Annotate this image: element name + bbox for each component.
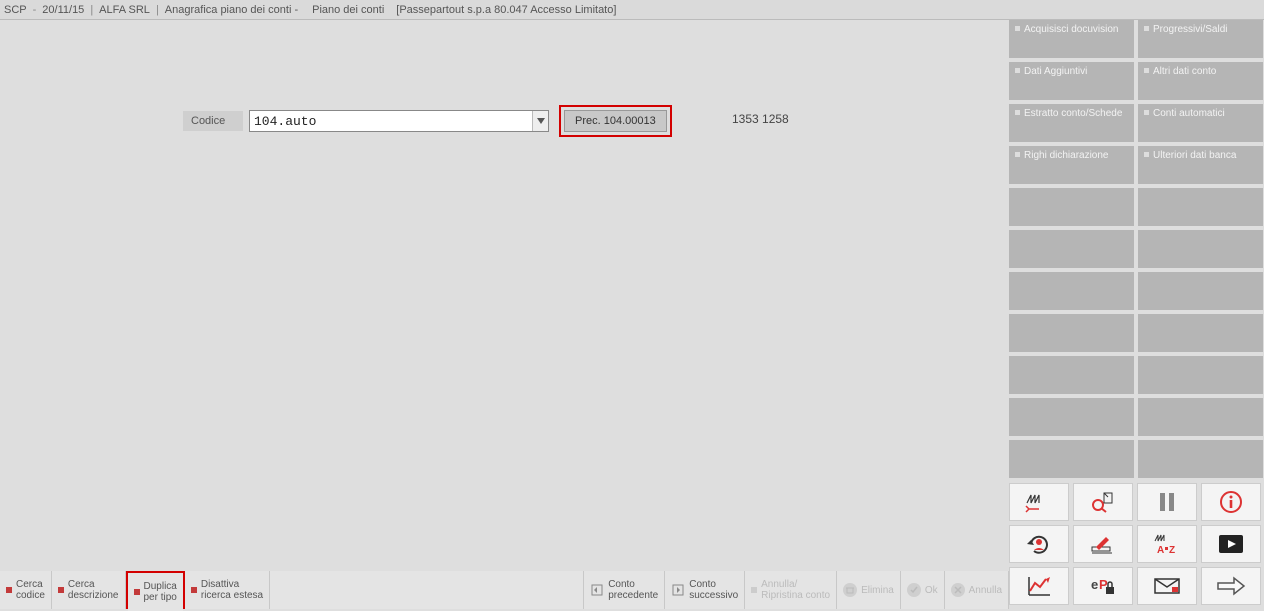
trash-icon bbox=[843, 583, 857, 597]
x-icon bbox=[951, 583, 965, 597]
separator: - bbox=[33, 4, 37, 16]
side-btn-empty bbox=[1009, 230, 1134, 268]
refresh-user-icon[interactable] bbox=[1009, 525, 1069, 563]
factory-back-icon[interactable] bbox=[1009, 483, 1069, 521]
title-bar: SCP - 20/11/15 | ALFA SRL | Anagrafica p… bbox=[0, 0, 1264, 20]
conto-precedente-button[interactable]: Conto precedente bbox=[584, 571, 665, 609]
title-date: 20/11/15 bbox=[42, 4, 84, 16]
pause-icon[interactable] bbox=[1137, 483, 1197, 521]
codice-combobox[interactable] bbox=[249, 110, 549, 132]
side-btn-empty bbox=[1138, 356, 1263, 394]
disattiva-ricerca-button[interactable]: Disattiva ricerca estesa bbox=[185, 571, 270, 609]
title-app: SCP bbox=[4, 4, 27, 16]
side-btn-progressivi-saldi[interactable]: Progressivi/Saldi bbox=[1138, 20, 1263, 58]
side-btn-empty bbox=[1009, 272, 1134, 310]
svg-text:A: A bbox=[1157, 545, 1164, 555]
side-btn-ulteriori-dati-banca[interactable]: Ulteriori dati banca bbox=[1138, 146, 1263, 184]
separator: | bbox=[90, 4, 93, 16]
side-btn-conti-automatici[interactable]: Conti automatici bbox=[1138, 104, 1263, 142]
cerca-descrizione-button[interactable]: Cerca descrizione bbox=[52, 571, 126, 609]
svg-text:Z: Z bbox=[1169, 545, 1175, 555]
title-page: Piano dei conti bbox=[312, 4, 384, 16]
mail-icon[interactable] bbox=[1137, 567, 1197, 605]
side-btn-empty bbox=[1138, 398, 1263, 436]
conto-successivo-button[interactable]: Conto successivo bbox=[665, 571, 745, 609]
right-panel: Acquisisci docuvisionProgressivi/Saldi D… bbox=[1009, 20, 1264, 609]
title-section: Anagrafica piano dei conti - bbox=[165, 4, 298, 16]
check-icon bbox=[907, 583, 921, 597]
duplica-per-tipo-button[interactable]: Duplica per tipo bbox=[128, 573, 183, 611]
side-btn-empty bbox=[1138, 314, 1263, 352]
side-btn-altri-dati-conto[interactable]: Altri dati conto bbox=[1138, 62, 1263, 100]
arrow-right-icon[interactable] bbox=[1201, 567, 1261, 605]
factory-az-icon[interactable]: AZ bbox=[1137, 525, 1197, 563]
cerca-codice-button[interactable]: Cerca codice bbox=[0, 571, 52, 609]
side-btn-estratto-conto[interactable]: Estratto conto/Schede bbox=[1009, 104, 1134, 142]
play-video-icon[interactable] bbox=[1201, 525, 1261, 563]
form-row: Codice Prec. 104.00013 bbox=[183, 105, 672, 137]
codice-input[interactable] bbox=[250, 114, 532, 129]
info-icon[interactable] bbox=[1201, 483, 1261, 521]
elimina-button: Elimina bbox=[837, 571, 901, 609]
side-btn-empty bbox=[1009, 398, 1134, 436]
annulla-button: Annulla bbox=[945, 571, 1009, 609]
toolbar-spacer bbox=[270, 571, 584, 609]
side-btn-empty bbox=[1009, 356, 1134, 394]
side-btn-dati-aggiuntivi[interactable]: Dati Aggiuntivi bbox=[1009, 62, 1134, 100]
title-company: ALFA SRL bbox=[99, 4, 150, 16]
side-btn-empty bbox=[1009, 440, 1134, 478]
bottom-toolbar: Cerca codice Cerca descrizione Duplica p… bbox=[0, 571, 1009, 609]
ok-button: Ok bbox=[901, 571, 945, 609]
side-btn-acquisisci-docuvision[interactable]: Acquisisci docuvision bbox=[1009, 20, 1134, 58]
title-access: [Passepartout s.p.a 80.047 Accesso Limit… bbox=[396, 4, 616, 16]
svg-text:e: e bbox=[1091, 577, 1098, 592]
side-btn-empty bbox=[1138, 272, 1263, 310]
dropdown-caret-icon[interactable] bbox=[532, 111, 548, 131]
page-next-icon bbox=[671, 583, 685, 597]
ep-lock-icon[interactable]: eP bbox=[1073, 567, 1133, 605]
prec-button[interactable]: Prec. 104.00013 bbox=[564, 110, 667, 132]
side-btn-empty bbox=[1009, 314, 1134, 352]
prec-highlight: Prec. 104.00013 bbox=[559, 105, 672, 137]
duplica-highlight: Duplica per tipo bbox=[126, 571, 185, 609]
side-btn-empty bbox=[1138, 440, 1263, 478]
chart-line-icon[interactable] bbox=[1009, 567, 1069, 605]
annulla-ripristina-button: Annulla/ Ripristina conto bbox=[745, 571, 837, 609]
page-prev-icon bbox=[590, 583, 604, 597]
main-area: Codice Prec. 104.00013 1353 1258 bbox=[0, 20, 1009, 571]
side-btn-empty bbox=[1138, 188, 1263, 226]
side-btn-righi-dichiarazione[interactable]: Righi dichiarazione bbox=[1009, 146, 1134, 184]
side-btn-empty bbox=[1138, 230, 1263, 268]
edit-pen-icon[interactable] bbox=[1073, 525, 1133, 563]
status-numbers: 1353 1258 bbox=[732, 112, 789, 126]
side-btn-empty bbox=[1009, 188, 1134, 226]
separator: | bbox=[156, 4, 159, 16]
codice-label: Codice bbox=[183, 111, 243, 131]
search-doc-icon[interactable] bbox=[1073, 483, 1133, 521]
